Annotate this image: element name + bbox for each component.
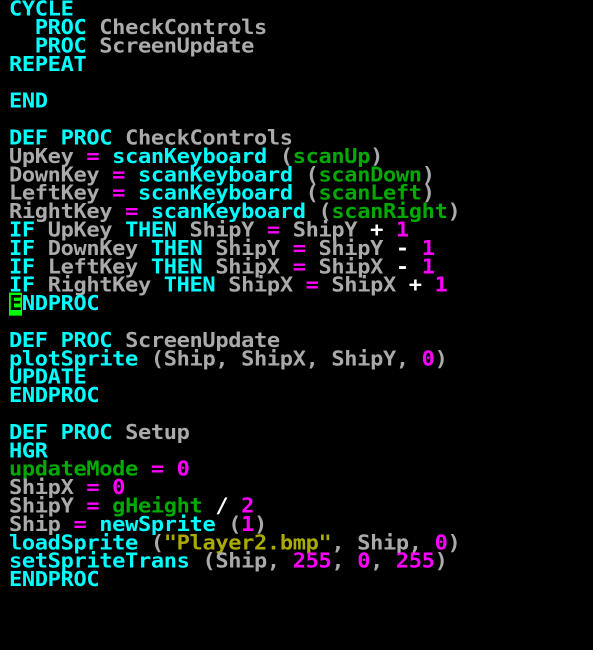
code-token: 0 (176, 458, 190, 482)
code-token: ENDPROC (9, 568, 100, 592)
code-line[interactable]: REPEAT (9, 53, 460, 77)
code-line[interactable] (9, 75, 460, 93)
code-token: 0 (357, 550, 371, 574)
code-token: ) (447, 531, 461, 555)
code-token: 255 (292, 550, 332, 574)
code-token: 1 (434, 274, 448, 298)
code-line[interactable]: DEF PROC Setup (9, 421, 460, 445)
code-token: ENDPROC (9, 384, 100, 408)
code-token: ScreenUpdate (99, 35, 255, 59)
code-token: NDPROC (21, 292, 100, 316)
code-line[interactable]: END (9, 90, 460, 114)
code-token: ) (447, 200, 461, 224)
code-editor[interactable]: CYCLE PROC CheckControls PROC ScreenUpda… (0, 0, 593, 650)
code-token: = (292, 274, 332, 298)
code-token: = (137, 458, 177, 482)
code-token: ) (434, 550, 448, 574)
code-token: END (9, 90, 48, 114)
text-cursor: E (9, 292, 22, 316)
code-line[interactable]: ENDPROC (9, 384, 460, 408)
code-token: + (408, 274, 435, 298)
code-token: Setup (125, 421, 190, 445)
code-token: (Ship, ShipX, ShipY, (150, 347, 422, 371)
code-token: 255 (395, 550, 435, 574)
code-token: THEN (163, 274, 229, 298)
code-token: ShipX (228, 274, 293, 298)
code-token: REPEAT (9, 53, 87, 77)
code-listing[interactable]: CYCLE PROC CheckControls PROC ScreenUpda… (9, 0, 461, 592)
code-token: 0 (421, 347, 435, 371)
code-token: (Ship, (202, 550, 293, 574)
code-line[interactable]: ENDPROC (9, 292, 460, 316)
code-line[interactable]: ENDPROC (9, 568, 460, 592)
code-token: , (331, 550, 358, 574)
code-token: , (370, 550, 396, 574)
code-token: ShipX (331, 274, 409, 298)
code-token: ) (434, 347, 448, 371)
